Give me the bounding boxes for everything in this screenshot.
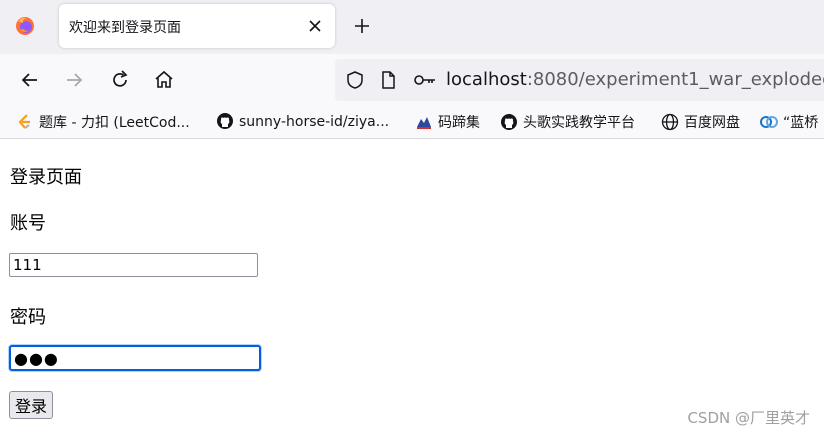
back-arrow-icon[interactable] — [18, 68, 42, 92]
forward-arrow-icon[interactable] — [62, 68, 86, 92]
github-icon — [501, 114, 517, 130]
login-button[interactable]: 登录 — [9, 391, 54, 419]
bookmark-leetcode[interactable]: 题库 - 力扣 (LeetCod... — [16, 112, 190, 132]
password-label: 密码 — [10, 307, 46, 328]
navigation-bar: localhost:8080/experiment1_war_exploded/ — [0, 54, 824, 106]
page-title: 登录页面 — [10, 167, 82, 188]
new-tab-icon[interactable] — [350, 14, 374, 38]
lanqiao-icon — [760, 116, 778, 128]
bookmark-github-repo[interactable]: sunny-horse-id/ziya... — [216, 112, 389, 132]
tab-strip: 欢迎来到登录页面 — [0, 0, 824, 54]
username-input[interactable] — [9, 253, 258, 277]
page-icon[interactable] — [378, 70, 398, 90]
username-label: 账号 — [10, 213, 46, 234]
bookmark-label: 题库 - 力扣 (LeetCod... — [39, 115, 190, 131]
url-path: :8080/experiment1_war_exploded/ — [526, 69, 824, 90]
url-host: localhost — [446, 69, 527, 90]
tab-title: 欢迎来到登录页面 — [69, 20, 181, 36]
leetcode-icon — [18, 114, 30, 129]
bookmark-label: sunny-horse-id/ziya... — [239, 114, 390, 130]
close-tab-icon[interactable] — [305, 16, 325, 36]
firefox-icon[interactable] — [15, 16, 35, 36]
page-content: 登录页面 账号 密码 登录 CSDN @厂里英才 — [0, 139, 824, 435]
bookmark-label: “蓝桥 — [783, 115, 819, 131]
key-icon[interactable] — [413, 70, 437, 90]
matiji-icon — [417, 117, 431, 129]
csdn-watermark: CSDN @厂里英才 — [687, 409, 810, 427]
password-input[interactable] — [9, 345, 261, 371]
github-icon — [217, 113, 233, 129]
bookmark-label: 百度网盘 — [684, 115, 740, 131]
home-icon[interactable] — [152, 68, 176, 92]
bookmark-lanqiao[interactable]: “蓝桥 — [760, 112, 818, 132]
url-bar[interactable]: localhost:8080/experiment1_war_exploded/ — [335, 59, 824, 101]
bookmarks-toolbar: 题库 - 力扣 (LeetCod... sunny-horse-id/ziya.… — [0, 106, 824, 139]
active-tab[interactable]: 欢迎来到登录页面 — [59, 4, 335, 48]
bookmark-label: 码蹄集 — [438, 115, 480, 131]
globe-icon — [661, 113, 679, 131]
bookmark-touge[interactable]: 头歌实践教学平台 — [500, 112, 635, 132]
bookmark-baidu-pan[interactable]: 百度网盘 — [661, 112, 740, 132]
bookmark-matiji[interactable]: 码蹄集 — [415, 112, 480, 132]
shield-icon[interactable] — [345, 70, 365, 90]
url-text[interactable]: localhost:8080/experiment1_war_exploded/ — [446, 69, 824, 90]
bookmark-label: 头歌实践教学平台 — [523, 115, 635, 131]
reload-icon[interactable] — [108, 68, 132, 92]
